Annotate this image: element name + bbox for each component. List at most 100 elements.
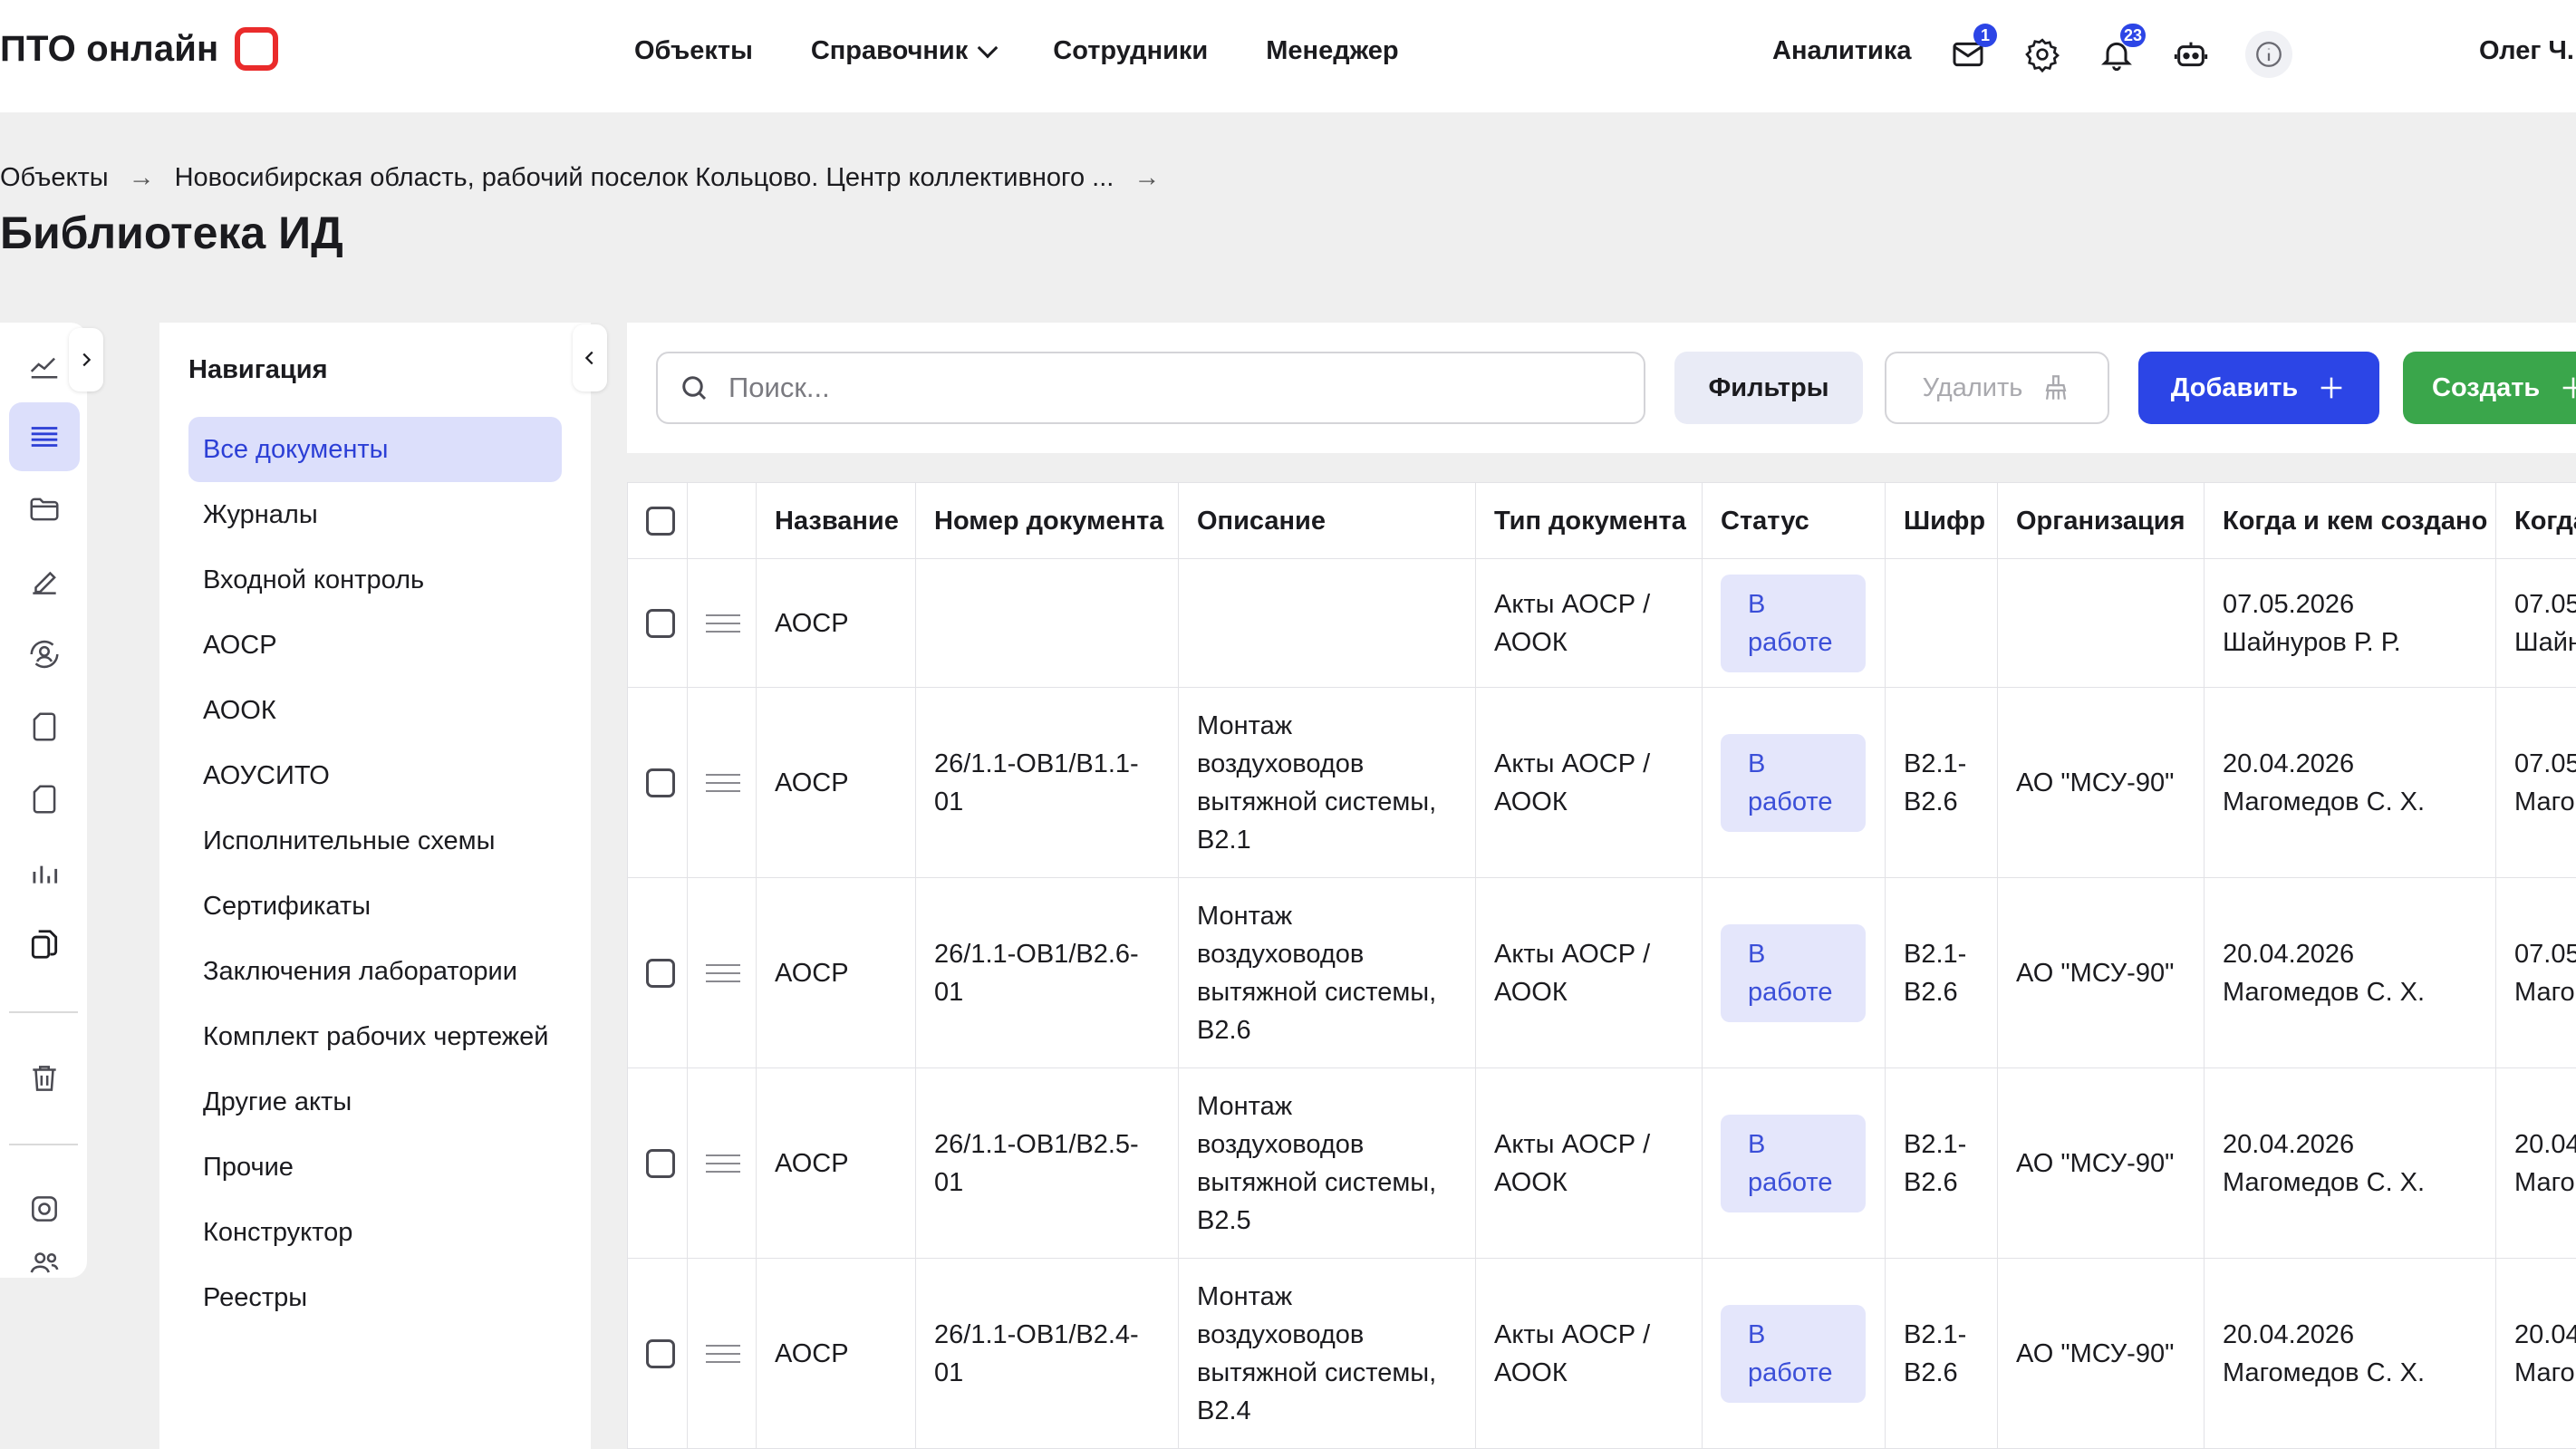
drag-handle-icon[interactable] (706, 963, 740, 982)
table-row[interactable]: АОСР 26/1.1-ОВ1/В1.1-01 Монтаж воздухово… (627, 687, 2576, 878)
navpanel-list: Все документы Журналы Входной контроль А… (188, 417, 562, 1330)
icon-rail (0, 323, 87, 1278)
column-header-created[interactable]: Когда и кем создано (2204, 482, 2496, 559)
nav-item-registries[interactable]: Реестры (188, 1265, 562, 1330)
nav-item-constructor[interactable]: Конструктор (188, 1200, 562, 1265)
table-row[interactable]: АОСР Акты АОСР / АООК В работе 07.05.202… (627, 558, 2576, 688)
rail-divider (9, 1144, 78, 1145)
nav-reference[interactable]: Справочник (811, 36, 999, 66)
nav-analytics[interactable]: Аналитика (1772, 36, 1912, 66)
gear-icon[interactable] (2022, 34, 2062, 74)
status-badge: В работе (1721, 923, 1866, 1022)
create-button[interactable]: Создать (2403, 352, 2576, 424)
cell-number: 26/1.1-ОВ1/В2.6-01 (915, 877, 1179, 1068)
rail-expand-button[interactable] (69, 328, 103, 391)
search-box[interactable] (656, 352, 1645, 424)
row-select-cell (627, 877, 688, 1068)
rail-list-icon[interactable] (9, 402, 80, 471)
column-header-updated[interactable]: Когда (2495, 482, 2576, 559)
info-icon[interactable] (2245, 31, 2292, 78)
select-all-checkbox[interactable] (646, 506, 675, 536)
rail-camera-icon[interactable] (9, 1174, 80, 1243)
robot-icon[interactable] (2171, 34, 2211, 74)
column-header-status[interactable]: Статус (1702, 482, 1886, 559)
table-row[interactable]: АОСР 26/1.1-ОВ1/В2.5-01 Монтаж воздухово… (627, 1067, 2576, 1259)
drag-handle-icon[interactable] (706, 773, 740, 792)
nav-item-aook[interactable]: АООК (188, 678, 562, 743)
nav-item-certificates[interactable]: Сертификаты (188, 874, 562, 939)
column-header-organization[interactable]: Организация (1997, 482, 2205, 559)
rail-chart-icon[interactable] (9, 837, 80, 906)
rail-document-icon[interactable] (9, 692, 80, 761)
nav-item-incoming-control[interactable]: Входной контроль (188, 547, 562, 613)
cell-status: В работе (1702, 877, 1886, 1068)
row-checkbox[interactable] (646, 608, 675, 638)
cell-created: 20.04.2026 Магомедов С. Х. (2204, 877, 2496, 1068)
rail-user-sync-icon[interactable] (9, 620, 80, 689)
cell-code: В2.1-В2.6 (1885, 1258, 1998, 1449)
nav-item-all-documents[interactable]: Все документы (188, 417, 562, 482)
column-header-description[interactable]: Описание (1178, 482, 1476, 559)
create-label: Создать (2432, 372, 2541, 402)
delete-button[interactable]: Удалить (1885, 352, 2109, 424)
cell-status: В работе (1702, 1258, 1886, 1449)
cell-status: В работе (1702, 687, 1886, 878)
cell-type: Акты АОСР / АООК (1475, 687, 1703, 878)
mail-icon[interactable]: 1 (1948, 24, 1997, 74)
column-header-code[interactable]: Шифр (1885, 482, 1998, 559)
nav-item-other[interactable]: Прочие (188, 1135, 562, 1200)
cell-organization: АО "МСУ-90" (1997, 1258, 2205, 1449)
nav-item-journals[interactable]: Журналы (188, 482, 562, 547)
nav-objects[interactable]: Объекты (634, 36, 753, 66)
column-header-number[interactable]: Номер документа (915, 482, 1179, 559)
cell-organization: АО "МСУ-90" (1997, 687, 2205, 878)
row-checkbox[interactable] (646, 1338, 675, 1368)
cell-status: В работе (1702, 558, 1886, 688)
nav-item-executive-schemes[interactable]: Исполнительные схемы (188, 808, 562, 874)
logo[interactable]: ПТО онлайн (0, 27, 279, 71)
row-checkbox[interactable] (646, 768, 675, 797)
rail-folder-icon[interactable] (9, 475, 80, 544)
bell-icon[interactable]: 23 (2097, 24, 2146, 74)
search-icon (682, 376, 707, 401)
nav-item-aousito[interactable]: АОУСИТО (188, 743, 562, 808)
rail-users-icon[interactable] (9, 1247, 80, 1278)
trash-icon[interactable] (9, 1044, 80, 1113)
row-drag-cell (687, 558, 757, 688)
breadcrumb-object[interactable]: Новосибирская область, рабочий поселок К… (175, 163, 1114, 193)
filters-button[interactable]: Фильтры (1674, 352, 1863, 424)
documents-table-container: Название Номер документа Описание Тип до… (627, 482, 2576, 1449)
row-checkbox[interactable] (646, 958, 675, 988)
add-button[interactable]: Добавить (2138, 352, 2379, 424)
cell-updated: 20.04 Маго (2495, 1258, 2576, 1449)
mail-badge: 1 (1973, 24, 1997, 47)
navpanel-title: Навигация (188, 355, 328, 384)
drag-handle-icon[interactable] (706, 1154, 740, 1173)
rail-copy-icon[interactable] (9, 910, 80, 979)
cell-code: В2.1-В2.6 (1885, 687, 1998, 878)
cell-organization (1997, 558, 2205, 688)
table-row[interactable]: АОСР 26/1.1-ОВ1/В2.4-01 Монтаж воздухово… (627, 1258, 2576, 1449)
column-header-name[interactable]: Название (756, 482, 916, 559)
nav-manager[interactable]: Менеджер (1266, 36, 1398, 66)
row-checkbox[interactable] (646, 1148, 675, 1178)
status-badge: В работе (1721, 733, 1866, 832)
drag-handle-icon[interactable] (706, 1344, 740, 1363)
search-input[interactable] (728, 372, 1616, 404)
nav-item-drawings-set[interactable]: Комплект рабочих чертежей (188, 1004, 562, 1069)
nav-item-other-acts[interactable]: Другие акты (188, 1069, 562, 1135)
cell-created: 20.04.2026 Магомедов С. Х. (2204, 687, 2496, 878)
rail-edit-icon[interactable] (9, 547, 80, 616)
column-header-type[interactable]: Тип документа (1475, 482, 1703, 559)
nav-employees[interactable]: Сотрудники (1053, 36, 1208, 66)
nav-item-lab-conclusions[interactable]: Заключения лаборатории (188, 939, 562, 1004)
breadcrumb-root[interactable]: Объекты (0, 163, 109, 193)
cell-description: Монтаж воздуховодов вытяжной системы, В2… (1178, 687, 1476, 878)
table-row[interactable]: АОСР 26/1.1-ОВ1/В2.6-01 Монтаж воздухово… (627, 877, 2576, 1068)
nav-item-aosr[interactable]: АОСР (188, 613, 562, 678)
drag-handle-icon[interactable] (706, 613, 740, 633)
page-title: Библиотека ИД (0, 208, 343, 258)
user-name[interactable]: Олег Ч. (2479, 36, 2574, 66)
navpanel-collapse-button[interactable] (573, 324, 607, 391)
rail-document2-icon[interactable] (9, 765, 80, 834)
